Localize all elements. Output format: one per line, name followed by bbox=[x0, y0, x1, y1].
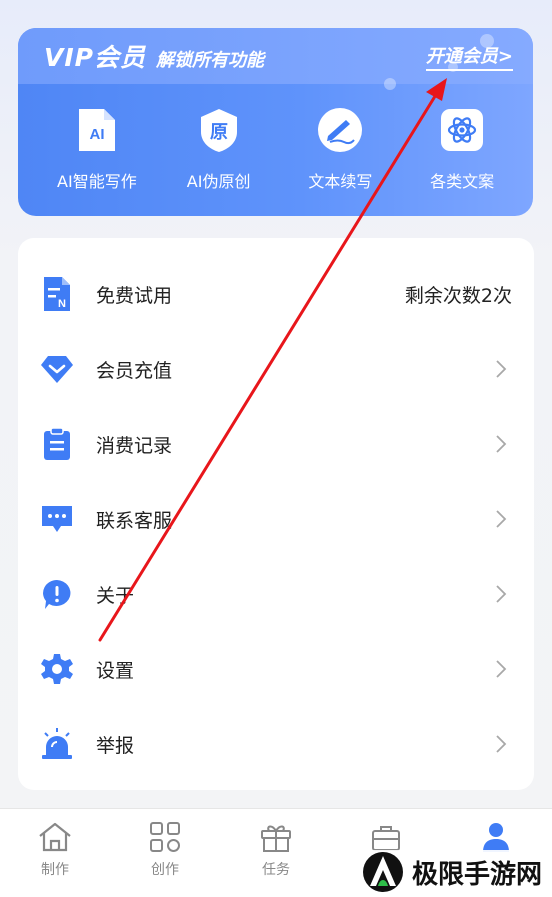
tab-label: 制作 bbox=[41, 862, 69, 878]
tab-label: 创作 bbox=[151, 862, 179, 878]
open-vip-link[interactable]: 开通会员> bbox=[425, 42, 513, 71]
grid-icon bbox=[150, 822, 180, 852]
svg-text:N: N bbox=[58, 298, 66, 310]
menu-list: N 免费试用 剩余次数2次 会员充值 消费记录 联系客服 关于 设置 举报 bbox=[18, 238, 534, 790]
remaining-count: 剩余次数2次 bbox=[404, 284, 512, 307]
feature-copywriting[interactable]: 各类文案 bbox=[401, 106, 523, 192]
ai-doc-icon: AI bbox=[73, 106, 121, 154]
svg-text:AI: AI bbox=[89, 126, 104, 143]
vip-features: AI AI智能写作 原 AI伪原创 文本续写 各类文案 bbox=[18, 84, 533, 192]
watermark: 极限手游网 bbox=[360, 850, 550, 894]
decor-dot bbox=[384, 78, 396, 90]
vip-card: VIP会员 解锁所有功能 开通会员> AI AI智能写作 原 AI伪原创 文本续… bbox=[18, 28, 533, 216]
feature-label: 文本续写 bbox=[308, 172, 373, 191]
menu-item-about[interactable]: 关于 bbox=[18, 557, 534, 631]
document-n-icon: N bbox=[40, 277, 74, 311]
decor-dot bbox=[448, 62, 458, 72]
decor-dot bbox=[480, 34, 494, 48]
bag-icon bbox=[372, 826, 400, 851]
feature-ai-rewrite[interactable]: 原 AI伪原创 bbox=[158, 106, 280, 192]
vip-header: VIP会员 解锁所有功能 开通会员> bbox=[18, 28, 533, 84]
menu-item-label: 消费记录 bbox=[96, 434, 173, 457]
feature-ai-writing[interactable]: AI AI智能写作 bbox=[36, 106, 158, 192]
menu-item-label: 联系客服 bbox=[96, 509, 173, 532]
tab-make[interactable]: 制作 bbox=[15, 821, 95, 879]
feature-label: AI伪原创 bbox=[186, 172, 251, 191]
menu-item-label: 设置 bbox=[96, 659, 135, 682]
feature-label: 各类文案 bbox=[430, 172, 495, 191]
info-exclamation-icon bbox=[40, 577, 74, 611]
svg-text:原: 原 bbox=[210, 122, 228, 143]
chevron-right-icon bbox=[496, 435, 507, 453]
chevron-right-icon bbox=[496, 360, 507, 378]
feature-label: AI智能写作 bbox=[57, 172, 137, 191]
user-icon bbox=[483, 823, 509, 852]
vip-title-sub: 解锁所有功能 bbox=[155, 50, 264, 71]
watermark-text: 极限手游网 bbox=[412, 859, 543, 890]
diamond-icon bbox=[40, 352, 74, 386]
feature-continue-writing[interactable]: 文本续写 bbox=[280, 106, 402, 192]
chat-bubble-icon bbox=[40, 502, 74, 536]
tab-tasks[interactable]: 任务 bbox=[236, 821, 316, 879]
menu-item-label: 会员充值 bbox=[96, 359, 173, 382]
menu-item-consumption-record[interactable]: 消费记录 bbox=[18, 407, 534, 481]
menu-item-label: 举报 bbox=[96, 734, 135, 757]
menu-item-customer-service[interactable]: 联系客服 bbox=[18, 482, 534, 556]
menu-item-label: 免费试用 bbox=[96, 284, 173, 307]
chevron-right-icon bbox=[496, 510, 507, 528]
atom-icon bbox=[438, 106, 486, 154]
chevron-right-icon bbox=[496, 660, 507, 678]
gift-icon bbox=[261, 825, 291, 852]
alarm-light-icon bbox=[40, 727, 74, 761]
original-shield-icon: 原 bbox=[195, 106, 243, 154]
menu-item-report[interactable]: 举报 bbox=[18, 707, 534, 781]
vip-title: VIP会员 解锁所有功能 bbox=[44, 38, 264, 74]
tab-create[interactable]: 创作 bbox=[125, 821, 205, 879]
menu-item-free-trial[interactable]: N 免费试用 剩余次数2次 bbox=[18, 257, 534, 331]
menu-item-recharge[interactable]: 会员充值 bbox=[18, 332, 534, 406]
chevron-right-icon bbox=[496, 735, 507, 753]
vip-title-main: VIP会员 bbox=[44, 43, 146, 72]
menu-item-settings[interactable]: 设置 bbox=[18, 632, 534, 706]
clipboard-icon bbox=[40, 427, 74, 461]
chevron-right-icon bbox=[496, 585, 507, 603]
tab-label: 任务 bbox=[262, 862, 290, 878]
gear-icon bbox=[40, 652, 74, 686]
home-icon bbox=[39, 822, 71, 852]
pen-write-icon bbox=[316, 106, 364, 154]
menu-item-label: 关于 bbox=[96, 584, 135, 607]
watermark-logo-icon bbox=[363, 852, 403, 892]
